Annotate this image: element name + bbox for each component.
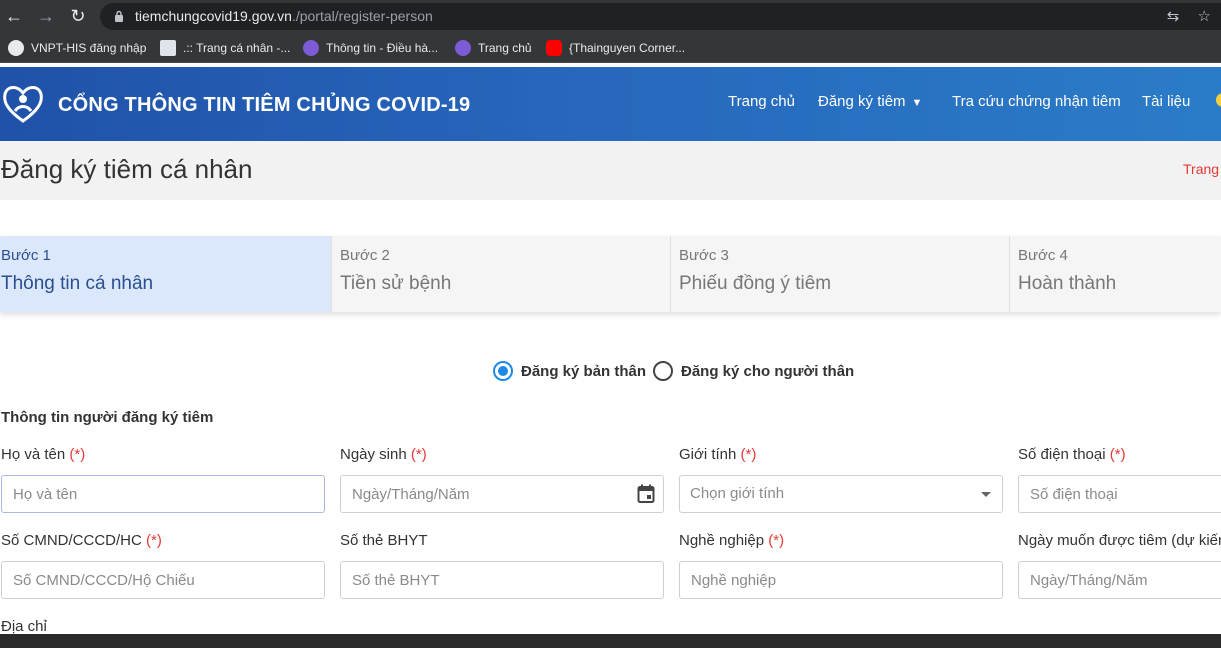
page-title-bar: Đăng ký tiêm cá nhân Trang c xyxy=(0,141,1221,200)
step-divider xyxy=(670,236,671,312)
step-number: Bước 2 xyxy=(340,247,390,264)
phone-label: Số điện thoại (*) xyxy=(1018,446,1126,463)
forward-arrow-icon[interactable]: → xyxy=(36,6,56,26)
insurance-label: Số thẻ BHYT xyxy=(340,532,428,549)
step-name: Thông tin cá nhân xyxy=(1,273,154,294)
full-name-label: Họ và tên (*) xyxy=(1,446,86,463)
bookmarks-bar: VNPT-HIS đăng nhập .:: Trang cá nhân -..… xyxy=(0,33,1221,63)
radio-button[interactable] xyxy=(653,361,673,381)
globe-icon xyxy=(455,40,471,56)
bookmark-item[interactable]: Trang chủ xyxy=(455,40,532,56)
full-name-input[interactable] xyxy=(1,475,325,513)
globe-icon xyxy=(303,40,319,56)
bookmark-item[interactable]: .:: Trang cá nhân -... xyxy=(160,40,290,56)
radio-register-relative[interactable]: Đăng ký cho người thân xyxy=(653,361,854,381)
step-number: Bước 3 xyxy=(679,247,729,264)
breadcrumb[interactable]: Trang c xyxy=(1183,161,1221,177)
address-label: Địa chỉ xyxy=(1,618,47,635)
insurance-input[interactable] xyxy=(340,561,664,599)
step-2: Bước 2 Tiền sử bệnh xyxy=(339,236,669,312)
lock-icon xyxy=(115,10,123,22)
step-name: Tiền sử bệnh xyxy=(340,273,452,294)
occupation-label: Nghề nghiệp (*) xyxy=(679,532,785,549)
radio-register-self[interactable]: Đăng ký bản thân xyxy=(493,361,646,381)
step-4: Bước 4 Hoàn thành xyxy=(1017,236,1221,312)
bookmark-item[interactable]: Thông tin - Điều hà... xyxy=(303,40,438,56)
desired-date-input[interactable] xyxy=(1018,561,1221,599)
radio-button-checked[interactable] xyxy=(493,361,513,381)
registration-steps: Bước 1 Thông tin cá nhân Bước 2 Tiền sử … xyxy=(0,236,1221,312)
step-number: Bước 4 xyxy=(1018,247,1068,264)
page-icon xyxy=(160,40,176,56)
desired-date-label: Ngày muốn được tiêm (dự kiến xyxy=(1018,532,1221,549)
caret-down-icon xyxy=(981,492,991,497)
dob-input[interactable] xyxy=(340,475,664,513)
phone-input[interactable] xyxy=(1018,475,1221,513)
bookmark-item[interactable]: VNPT-HIS đăng nhập xyxy=(8,40,146,56)
gender-label: Giới tính (*) xyxy=(679,446,757,463)
occupation-input[interactable] xyxy=(679,561,1003,599)
id-number-input[interactable] xyxy=(1,561,325,599)
site-title[interactable]: CỔNG THÔNG TIN TIÊM CHỦNG COVID-19 xyxy=(58,94,470,117)
taskbar xyxy=(0,634,1221,648)
translate-icon[interactable]: ⇆ xyxy=(1167,8,1180,25)
nav-certificate-lookup[interactable]: Tra cứu chứng nhận tiêm xyxy=(952,93,1121,110)
site-logo-icon[interactable] xyxy=(1,81,45,125)
reload-icon[interactable]: ↻ xyxy=(68,6,88,26)
bookmark-item[interactable]: {Thainguyen Corner... xyxy=(546,40,685,56)
calendar-icon[interactable] xyxy=(637,484,655,504)
step-1: Bước 1 Thông tin cá nhân xyxy=(0,236,331,312)
chevron-down-icon: ▼ xyxy=(911,97,923,109)
site-header: CỔNG THÔNG TIN TIÊM CHỦNG COVID-19 Trang… xyxy=(0,67,1221,141)
back-arrow-icon[interactable]: ← xyxy=(4,6,24,26)
github-icon xyxy=(8,40,24,56)
step-divider xyxy=(1009,236,1010,312)
nav-documents[interactable]: Tài liệu xyxy=(1142,93,1190,110)
gender-select-value: Chọn giới tính xyxy=(690,485,785,502)
step-number: Bước 1 xyxy=(1,247,51,264)
step-name: Phiếu đồng ý tiêm xyxy=(679,273,832,294)
nav-register[interactable]: Đăng ký tiêm ▼ xyxy=(818,93,922,110)
browser-toolbar: ← → ↻ tiemchungcovid19.gov.vn./portal/re… xyxy=(0,0,1221,33)
url-text: tiemchungcovid19.gov.vn./portal/register… xyxy=(135,8,433,24)
section-title: Thông tin người đăng ký tiêm xyxy=(1,409,214,426)
page-title: Đăng ký tiêm cá nhân xyxy=(1,154,253,184)
star-icon[interactable]: ☆ xyxy=(1198,8,1211,25)
step-divider xyxy=(331,236,332,312)
address-bar[interactable]: tiemchungcovid19.gov.vn./portal/register… xyxy=(100,3,1221,30)
id-number-label: Số CMND/CCCD/HC (*) xyxy=(1,532,162,549)
youtube-icon xyxy=(546,40,562,56)
step-name: Hoàn thành xyxy=(1018,273,1117,294)
dob-label: Ngày sinh (*) xyxy=(340,446,427,463)
nav-home[interactable]: Trang chủ xyxy=(728,93,795,110)
step-3: Bước 3 Phiếu đồng ý tiêm xyxy=(678,236,1008,312)
